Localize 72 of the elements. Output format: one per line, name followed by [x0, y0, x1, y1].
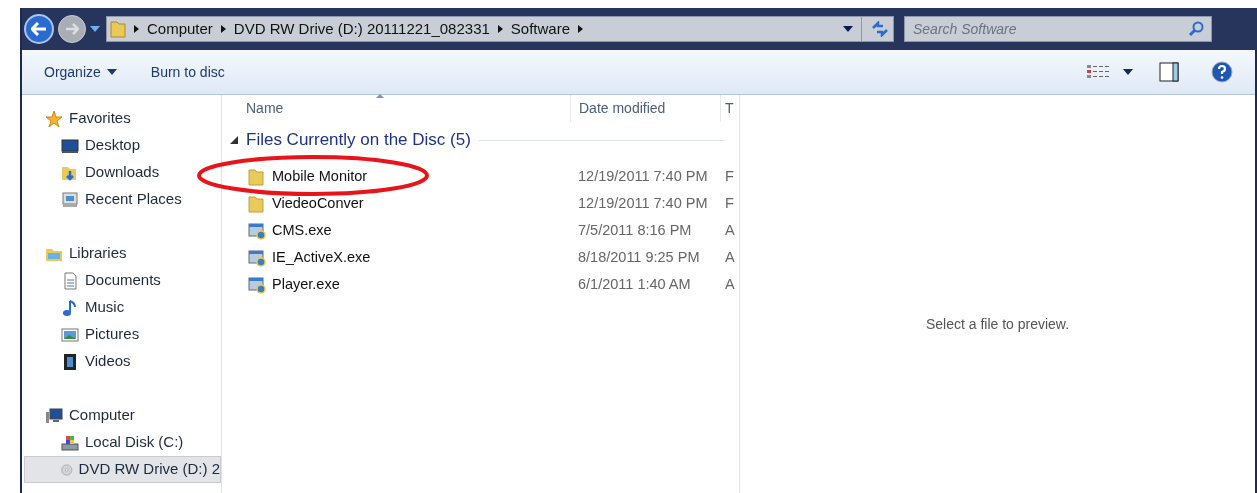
film-icon: [61, 352, 79, 371]
breadcrumb[interactable]: Software: [510, 17, 571, 41]
date-modified: 12/19/2011 7:40 PM: [578, 167, 708, 184]
monitor-icon: [61, 136, 79, 155]
breadcrumb-arrow-icon[interactable]: [134, 25, 139, 33]
application-icon: [248, 248, 266, 267]
date-modified: 12/19/2011 7:40 PM: [578, 194, 708, 211]
forward-arrow-icon: [65, 23, 79, 35]
forward-button[interactable]: [58, 15, 86, 43]
help-icon[interactable]: [1211, 61, 1233, 83]
picture-icon: [61, 325, 79, 344]
group-header[interactable]: Files Currently on the Disc (5): [246, 127, 471, 153]
sidebar-item[interactable]: Recent Places: [24, 186, 221, 213]
date-modified: 8/18/2011 9:25 PM: [578, 248, 700, 265]
column-header[interactable]: Name: [246, 98, 284, 119]
breadcrumb-arrow-icon[interactable]: [220, 25, 226, 33]
sidebar-item[interactable]: Videos: [24, 348, 221, 375]
file-name[interactable]: CMS.exe: [272, 219, 332, 242]
recent-pages-caret-icon[interactable]: [90, 26, 100, 32]
column-header[interactable]: T: [725, 98, 734, 119]
column-header[interactable]: Date modified: [579, 98, 666, 119]
sidebar-item[interactable]: Documents: [24, 267, 221, 294]
sidebar-group[interactable]: Computer: [22, 402, 221, 429]
breadcrumb[interactable]: Computer: [147, 17, 213, 41]
breadcrumb[interactable]: DVD RW Drive (D:) 20111221_082331: [233, 17, 490, 41]
sidebar-group[interactable]: Libraries: [22, 240, 221, 267]
sidebar-item[interactable]: Pictures: [24, 321, 221, 348]
table-cell: A: [725, 221, 735, 238]
view-options-icon[interactable]: [1087, 65, 1109, 79]
hard-disk-icon: [61, 433, 79, 452]
application-icon: [248, 221, 266, 240]
sidebar-item[interactable]: Local Disk (C:): [24, 429, 221, 456]
table-cell: A: [725, 275, 735, 292]
breadcrumb-arrow-icon[interactable]: [497, 25, 503, 33]
star-icon: [45, 109, 63, 128]
application-icon: [248, 275, 266, 294]
sidebar-item[interactable]: Music: [24, 294, 221, 321]
date-modified: 6/1/2011 1:40 AM: [578, 275, 691, 292]
date-modified: 7/5/2011 8:16 PM: [578, 221, 692, 238]
back-arrow-icon: [31, 22, 47, 36]
caret-icon: [106, 69, 117, 75]
table-cell: F: [725, 194, 734, 211]
file-name[interactable]: IE_ActiveX.exe: [272, 246, 371, 269]
folder-icon: [110, 20, 126, 38]
refresh-icon[interactable]: [870, 21, 890, 37]
file-name[interactable]: Player.exe: [272, 273, 340, 296]
music-note-icon: [61, 298, 79, 317]
folder-icon: [248, 194, 266, 213]
sort-arrow-icon: [376, 94, 384, 98]
table-cell: F: [725, 167, 734, 184]
dropdown-caret-icon[interactable]: [843, 26, 853, 32]
breadcrumb-arrow-icon[interactable]: [578, 25, 584, 33]
view-caret-icon[interactable]: [1123, 69, 1133, 75]
sidebar-item[interactable]: Desktop: [24, 132, 221, 159]
preview-message: Select a file to preview.: [925, 314, 1070, 334]
preview-pane-icon[interactable]: [1159, 62, 1179, 82]
back-button[interactable]: [24, 14, 54, 44]
toolbar-button[interactable]: Burn to disc: [140, 57, 235, 87]
folder-icon: [248, 167, 266, 186]
search-icon[interactable]: [1188, 21, 1204, 37]
sidebar-item[interactable]: DVD RW Drive (D:) 2: [24, 456, 221, 483]
search-field[interactable]: Search Software: [904, 16, 1212, 42]
file-name[interactable]: ViedeoConver: [272, 192, 364, 215]
toolbar-button[interactable]: Organize: [34, 57, 127, 87]
sidebar-group[interactable]: Favorites: [22, 105, 221, 132]
recent-places-icon: [61, 190, 79, 209]
address-bar[interactable]: Computer DVD RW Drive (D:) 20111221_082331 Software: [106, 16, 894, 42]
sidebar-item[interactable]: Downloads: [24, 159, 221, 186]
computer-icon: [45, 406, 63, 425]
document-icon: [61, 271, 79, 290]
table-cell: A: [725, 248, 735, 265]
collapse-caret-icon[interactable]: [230, 136, 238, 144]
